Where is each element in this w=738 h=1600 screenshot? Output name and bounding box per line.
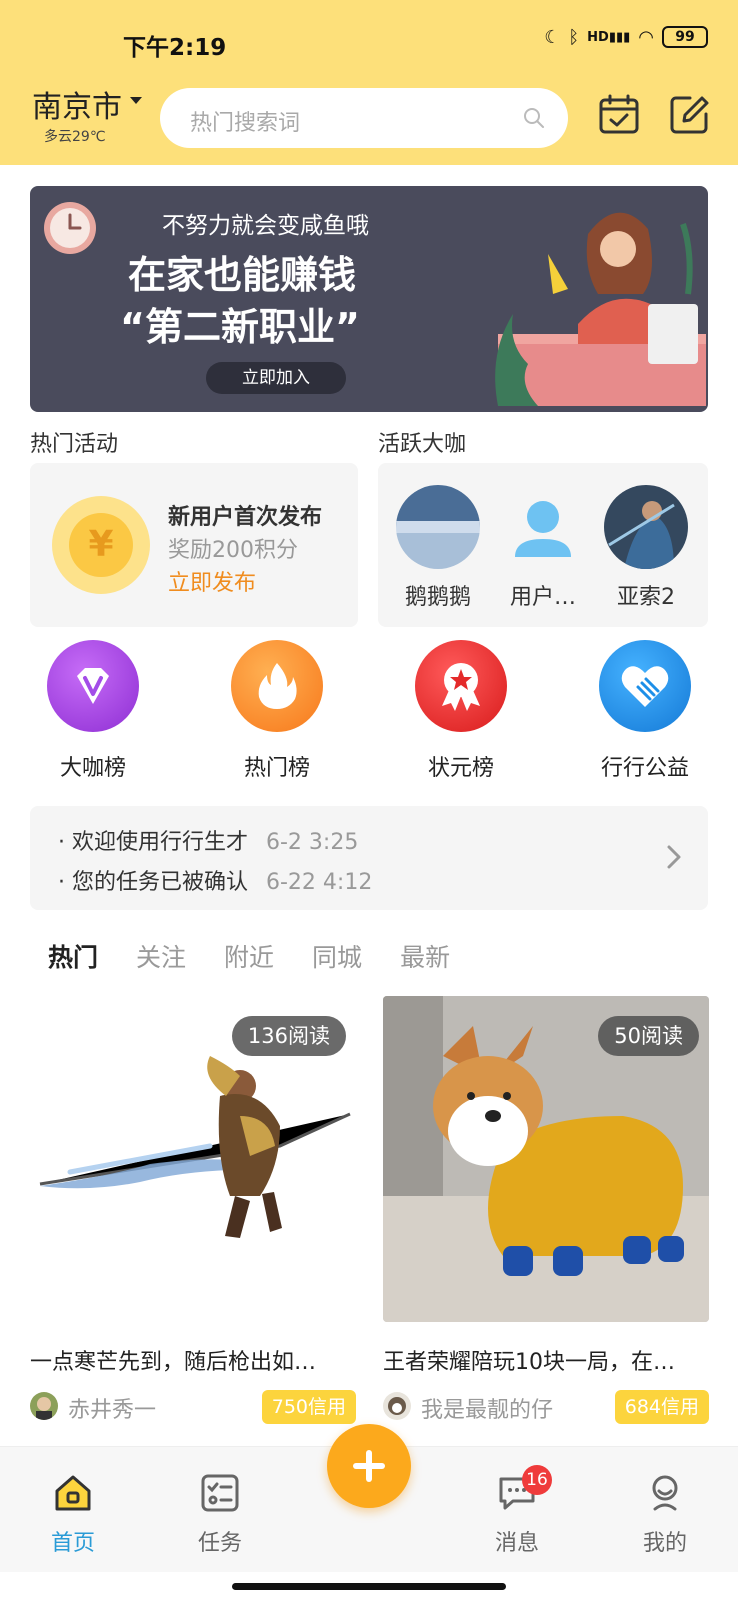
add-post-button[interactable]	[327, 1424, 411, 1508]
caret-down-icon[interactable]	[130, 97, 142, 104]
flame-icon	[231, 640, 323, 732]
heart-hands-icon	[599, 640, 691, 732]
rank-label: 状元榜	[427, 756, 494, 781]
bluetooth-icon: ᛒ	[568, 26, 580, 48]
feed-title: 王者荣耀陪玩10块一局，在…	[383, 1350, 675, 1375]
section-title-activities: 热门活动	[30, 432, 119, 457]
banner-headline-1: 在家也能赚钱	[128, 253, 357, 297]
author-avatar	[30, 1392, 58, 1420]
edit-icon[interactable]	[668, 94, 710, 136]
tab-nearby[interactable]: 附近	[224, 938, 274, 974]
avatar	[604, 485, 688, 569]
banner-headline-2: “第二新职业”	[120, 305, 360, 349]
rank-label: 行行公益	[600, 756, 689, 781]
avatar	[396, 485, 480, 569]
read-count-badge: 136阅读	[231, 1016, 346, 1056]
notice-time: 6-22 4:12	[266, 870, 373, 895]
default-avatar-icon	[501, 485, 585, 569]
feed-card[interactable]: 136阅读 一点寒芒先到，随后枪出如… 赤井秀一 750信用	[30, 996, 356, 1424]
nav-tasks[interactable]: 任务	[175, 1473, 265, 1557]
feed-title: 一点寒芒先到，随后枪出如…	[30, 1350, 317, 1375]
promo-banner[interactable]: 不努力就会变咸鱼哦 在家也能赚钱 “第二新职业” 立即加入	[30, 186, 708, 412]
tab-hot[interactable]: 热门	[48, 938, 98, 974]
search-icon	[524, 108, 544, 128]
weather-text: 多云29℃	[44, 129, 106, 145]
credit-badge: 750信用	[261, 1390, 356, 1424]
home-icon	[55, 1475, 91, 1511]
user-name: 亚索2	[617, 585, 675, 610]
nav-label: 我的	[642, 1531, 687, 1556]
activity-title: 新用户首次发布	[168, 505, 323, 530]
profile-icon	[652, 1475, 678, 1511]
read-count-badge: 50阅读	[598, 1016, 699, 1056]
diamond-v-icon	[47, 640, 139, 732]
nav-messages[interactable]: 16 消息	[472, 1465, 562, 1557]
battery-icon: 99	[662, 26, 708, 48]
rank-gongyi[interactable]: 行行公益	[575, 640, 715, 782]
search-input[interactable]: 热门搜索词	[160, 88, 568, 148]
calendar-check-icon[interactable]	[598, 94, 640, 136]
notice-panel[interactable]: · 欢迎使用行行生才 6-2 3:25 · 您的任务已被确认 6-22 4:12	[30, 806, 708, 910]
nav-label: 任务	[197, 1531, 242, 1556]
search-placeholder: 热门搜索词	[190, 111, 301, 136]
feed-meta: 赤井秀一 750信用	[30, 1390, 356, 1424]
rank-label: 大咖榜	[59, 756, 126, 781]
illustration-woman-desk	[495, 212, 706, 406]
tab-follow[interactable]: 关注	[136, 938, 186, 974]
activity-card[interactable]: ¥ 新用户首次发布 奖励200积分 立即发布	[30, 463, 358, 627]
author-name: 赤井秀一	[68, 1398, 157, 1423]
feed-meta: 我是最靓的仔 684信用	[383, 1390, 709, 1424]
wifi-icon: ◠	[638, 26, 654, 48]
user-name: 用户…	[509, 585, 576, 610]
rank-dakabang[interactable]: 大咖榜	[23, 640, 163, 782]
nav-mine[interactable]: 我的	[620, 1473, 710, 1557]
tab-latest[interactable]: 最新	[400, 938, 450, 974]
signal-icon: HD▮▮▮	[587, 29, 631, 45]
rank-zhuangyuanbang[interactable]: 状元榜	[391, 640, 531, 782]
notice-text: · 您的任务已被确认	[58, 870, 248, 895]
user-item[interactable]: 用户…	[493, 485, 593, 611]
user-name: 鹅鹅鹅	[404, 585, 471, 610]
feed-image: 50阅读	[383, 996, 709, 1322]
author-name: 我是最靓的仔	[421, 1398, 554, 1423]
section-title-users: 活跃大咖	[378, 432, 467, 457]
notice-item: · 欢迎使用行行生才 6-2 3:25	[58, 824, 358, 856]
join-button[interactable]: 立即加入	[206, 362, 346, 394]
banner-subtitle: 不努力就会变咸鱼哦	[162, 213, 369, 239]
feed-card[interactable]: 50阅读 王者荣耀陪玩10块一局，在… 我是最靓的仔 684信用	[383, 996, 709, 1424]
rank-label: 热门榜	[243, 756, 310, 781]
home-indicator	[232, 1583, 506, 1590]
unread-badge: 16	[522, 1465, 552, 1495]
feed-image: 136阅读	[30, 996, 356, 1322]
feed-tabs: 热门 关注 附近 同城 最新	[48, 938, 450, 974]
clock-icon	[44, 202, 96, 254]
notice-text: · 欢迎使用行行生才	[58, 830, 248, 855]
activity-subtitle: 奖励200积分	[168, 538, 298, 563]
nav-home[interactable]: 首页	[28, 1473, 118, 1557]
status-time: 下午2:19	[123, 35, 227, 61]
nav-label: 消息	[494, 1531, 539, 1556]
credit-badge: 684信用	[614, 1390, 709, 1424]
rank-remenbang[interactable]: 热门榜	[207, 640, 347, 782]
notice-time: 6-2 3:25	[266, 830, 359, 855]
nav-label: 首页	[50, 1531, 95, 1556]
tab-same-city[interactable]: 同城	[312, 938, 362, 974]
active-users-card: 鹅鹅鹅 用户… 亚索2	[378, 463, 708, 627]
moon-icon: ☾	[544, 26, 561, 48]
chevron-right-icon[interactable]	[666, 844, 682, 870]
user-item[interactable]: 亚索2	[596, 485, 696, 611]
publish-link[interactable]: 立即发布	[168, 565, 256, 597]
user-item[interactable]: 鹅鹅鹅	[388, 485, 488, 611]
coin-icon: ¥	[52, 496, 150, 594]
header: 下午2:19 ☾ ᛒ HD▮▮▮ ◠ 99 南京市 多云29℃ 热门搜索词	[0, 0, 738, 165]
status-icons: ☾ ᛒ HD▮▮▮ ◠ 99	[544, 26, 708, 48]
plus-icon	[353, 1450, 385, 1482]
notice-item: · 您的任务已被确认 6-22 4:12	[58, 864, 372, 896]
task-list-icon	[201, 1474, 239, 1512]
medal-icon	[415, 640, 507, 732]
city-selector[interactable]: 南京市	[32, 82, 122, 126]
author-avatar	[383, 1392, 411, 1420]
